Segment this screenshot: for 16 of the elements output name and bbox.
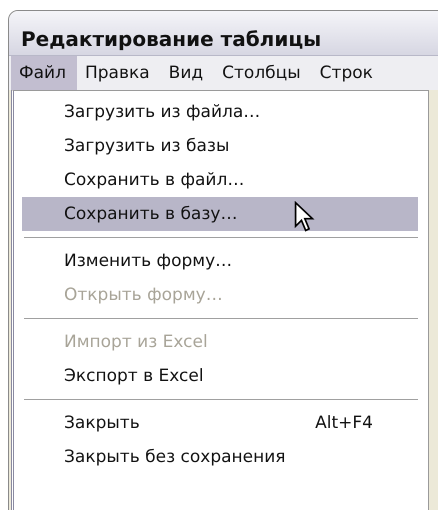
menu-bar-item[interactable]: Столбцы	[214, 56, 312, 90]
menu-bar-item[interactable]: Вид	[160, 56, 214, 90]
menu-item[interactable]: Загрузить из базы	[22, 129, 418, 163]
menu-item[interactable]: Экспорт в Excel	[22, 359, 418, 393]
menu-item[interactable]: Сохранить в базу…	[22, 197, 418, 231]
menu-item[interactable]: Загрузить из файла…	[22, 95, 418, 129]
menu-item[interactable]: Сохранить в файл…	[22, 163, 418, 197]
menu-bar-item[interactable]: Строк	[312, 56, 384, 90]
menu-item[interactable]: Изменить форму…	[22, 244, 418, 278]
menu-item[interactable]: Закрыть Alt+F4	[22, 406, 418, 440]
menu-item[interactable]: Закрыть без сохранения	[22, 440, 418, 474]
window-title: Редактирование таблицы	[9, 11, 438, 55]
pointer-cursor-icon	[292, 201, 316, 233]
shortcut-label: Alt+F4	[315, 413, 373, 433]
menu-bar-item[interactable]: Правка	[76, 56, 161, 90]
menu-bar-item[interactable]: Файл	[11, 56, 77, 90]
